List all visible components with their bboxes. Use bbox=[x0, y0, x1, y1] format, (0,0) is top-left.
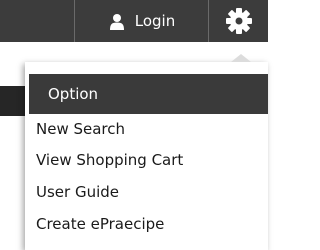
menu-item-view-shopping-cart[interactable]: View Shopping Cart bbox=[36, 150, 183, 170]
gear-icon bbox=[225, 7, 253, 35]
user-icon bbox=[109, 13, 125, 30]
login-button[interactable]: Login bbox=[76, 0, 208, 42]
options-dropdown: Option New Search View Shopping Cart Use… bbox=[25, 54, 268, 250]
menu-item-user-guide[interactable]: User Guide bbox=[36, 182, 119, 202]
menu-header-option: Option bbox=[29, 74, 268, 114]
background-strip bbox=[0, 86, 25, 116]
menu-item-create-epraecipe[interactable]: Create ePraecipe bbox=[36, 214, 164, 234]
settings-button[interactable] bbox=[209, 0, 268, 42]
menu-item-new-search[interactable]: New Search bbox=[36, 119, 125, 139]
navbar-divider bbox=[74, 0, 75, 42]
login-label: Login bbox=[134, 12, 176, 30]
top-navbar: Login bbox=[0, 0, 268, 42]
dropdown-caret bbox=[231, 54, 251, 62]
